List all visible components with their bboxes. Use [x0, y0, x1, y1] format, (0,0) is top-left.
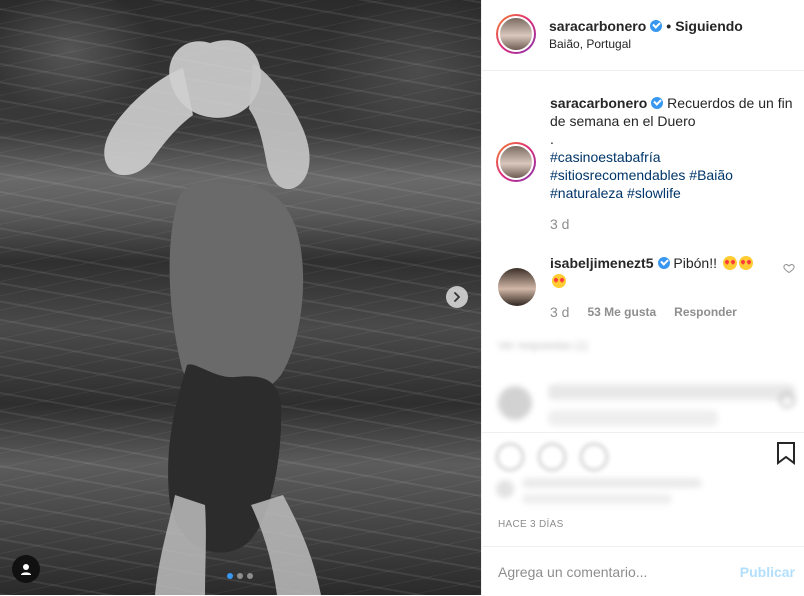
post-sidebar: saracarbonero • Siguiendo Baião, Portugal … [481, 0, 804, 595]
tagged-users-button[interactable] [12, 555, 40, 583]
avatar[interactable] [498, 268, 536, 306]
verified-badge-icon [657, 257, 670, 269]
avatar-image [498, 16, 534, 52]
bookmark-icon[interactable] [775, 441, 797, 465]
verified-badge-icon [651, 97, 664, 109]
hashtag-link[interactable]: #naturaleza #slowlife [550, 185, 681, 201]
caption-time[interactable]: 3 d [550, 216, 569, 232]
comment-username-link[interactable]: isabeljimenezt5 [550, 255, 654, 271]
comment-body: Pibón!! [673, 255, 717, 271]
publish-button[interactable]: Publicar [740, 564, 795, 580]
post-timestamp[interactable]: HACE 3 DÍAS [498, 519, 564, 530]
heart-icon[interactable] [779, 392, 795, 408]
heart-icon[interactable] [783, 262, 795, 274]
carousel-dot [247, 573, 253, 579]
post-image[interactable] [0, 0, 481, 595]
verified-badge-icon [650, 20, 663, 32]
person-icon [21, 564, 31, 575]
avatar[interactable] [498, 386, 532, 420]
likes-summary-blurred [496, 474, 726, 508]
hashtag-link[interactable]: #sitiosrecomendables #Baião [550, 167, 733, 183]
comment-input[interactable]: Agrega un comentario... [498, 564, 647, 580]
location-link[interactable]: Baião, Portugal [549, 37, 631, 51]
hashtag-link[interactable]: #casinoestabafría [550, 149, 661, 165]
comment-meta: 3 d 53 Me gusta Responder [550, 304, 737, 320]
carousel-dots [227, 573, 253, 579]
add-comment-bar: Agrega un comentario... Publicar [482, 546, 804, 596]
blurred-comments: Ver respuestas (1) [482, 340, 804, 435]
view-replies-link[interactable]: Ver respuestas (1) [498, 340, 795, 356]
comment-text: isabeljimenezt5 Pibón!! [550, 254, 770, 290]
caption-block: saracarbonero Recuerdos de un fin de sem… [482, 86, 804, 232]
person-silhouette [104, 40, 321, 595]
post-header: saracarbonero • Siguiendo Baião, Portugal [482, 0, 804, 71]
caption-dot: . [550, 131, 554, 147]
instagram-post-modal: saracarbonero • Siguiendo Baião, Portugal … [0, 0, 804, 595]
heart-eyes-emoji-icon [722, 256, 737, 270]
carousel-dot [237, 573, 243, 579]
follow-status-button[interactable]: Siguiendo [675, 18, 743, 34]
comment-time[interactable]: 3 d [550, 304, 569, 320]
avatar[interactable] [496, 14, 536, 54]
share-icon[interactable] [580, 443, 608, 471]
comment-icon[interactable] [538, 443, 566, 471]
post-owner-row: saracarbonero • Siguiendo [549, 18, 743, 34]
action-icons-blurred [496, 443, 608, 471]
heart-eyes-emoji-icon [552, 274, 566, 288]
blurred-comment-line [548, 410, 718, 426]
dot-separator: • [666, 18, 672, 34]
heart-icon[interactable] [496, 443, 524, 471]
heart-eyes-emoji-icon [738, 256, 753, 270]
caption-username-link[interactable]: saracarbonero [550, 95, 647, 111]
next-image-button[interactable] [446, 286, 468, 308]
avatar-image [498, 144, 534, 180]
username-link[interactable]: saracarbonero [549, 18, 646, 34]
caption-text: saracarbonero Recuerdos de un fin de sem… [550, 94, 795, 202]
carousel-dot [227, 573, 233, 579]
comment-likes[interactable]: 53 Me gusta [587, 305, 656, 319]
blurred-comment-line [548, 384, 795, 400]
chevron-right-icon [454, 292, 460, 302]
comment-item: isabeljimenezt5 Pibón!! 3 d 53 Me gusta … [482, 254, 804, 334]
avatar[interactable] [496, 142, 536, 182]
reply-button[interactable]: Responder [674, 305, 737, 319]
